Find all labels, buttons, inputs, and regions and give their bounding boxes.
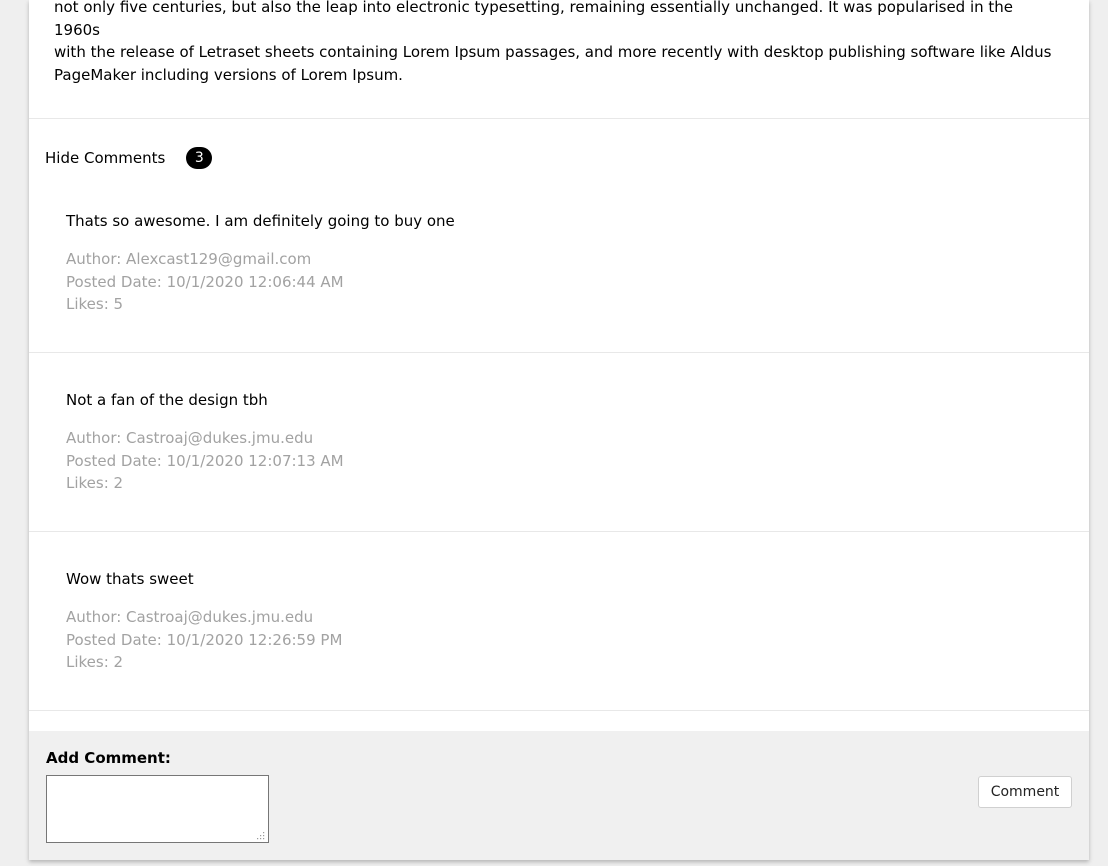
hide-comments-link[interactable]: Hide Comments <box>45 149 165 167</box>
comment-divider <box>29 710 1089 711</box>
comment-likes: Likes: 2 <box>66 474 124 492</box>
comment-item: Wow thats sweet Author: Castroaj@dukes.j… <box>66 568 966 674</box>
article-line: with the release of Letraset sheets cont… <box>54 43 1052 61</box>
resize-grip-icon[interactable] <box>256 831 265 840</box>
comment-author: Author: Castroaj@dukes.jmu.edu <box>66 608 314 626</box>
add-comment-section: Add Comment: Comment <box>29 731 1089 860</box>
comment-text: Not a fan of the design tbh <box>66 391 268 409</box>
comment-item: Not a fan of the design tbh Author: Cast… <box>66 389 966 495</box>
comment-textarea[interactable] <box>46 775 269 843</box>
comment-divider <box>29 531 1089 532</box>
comment-meta: Author: Castroaj@dukes.jmu.edu Posted Da… <box>66 606 966 674</box>
comment-text: Wow thats sweet <box>66 570 194 588</box>
article-line: PageMaker including versions of Lorem Ip… <box>54 65 403 84</box>
comment-posted-date: Posted Date: 10/1/2020 12:07:13 AM <box>66 451 344 470</box>
comments-toggle: Hide Comments 3 <box>45 146 213 170</box>
comment-likes: Likes: 2 <box>66 653 124 671</box>
comment-author: Author: Alexcast129@gmail.com <box>66 250 312 268</box>
comment-divider <box>29 352 1089 353</box>
add-comment-label: Add Comment: <box>46 749 171 767</box>
post-card: not only five centuries, but also the le… <box>29 0 1089 860</box>
comment-posted-date: Posted Date: 10/1/2020 12:26:59 PM <box>66 630 343 649</box>
comment-posted-date: Posted Date: 10/1/2020 12:06:44 AM <box>66 272 344 291</box>
comment-count-badge: 3 <box>186 147 213 169</box>
comment-meta: Author: Castroaj@dukes.jmu.edu Posted Da… <box>66 427 966 495</box>
comment-item: Thats so awesome. I am definitely going … <box>66 210 966 316</box>
section-divider <box>29 118 1089 119</box>
article-line: not only five centuries, but also the le… <box>54 0 1014 39</box>
comment-submit-button[interactable]: Comment <box>978 776 1072 808</box>
article-body: not only five centuries, but also the le… <box>54 0 1054 86</box>
comment-text: Thats so awesome. I am definitely going … <box>66 212 455 230</box>
comment-author: Author: Castroaj@dukes.jmu.edu <box>66 429 314 447</box>
comment-likes: Likes: 5 <box>66 295 124 313</box>
comment-meta: Author: Alexcast129@gmail.com Posted Dat… <box>66 248 966 316</box>
